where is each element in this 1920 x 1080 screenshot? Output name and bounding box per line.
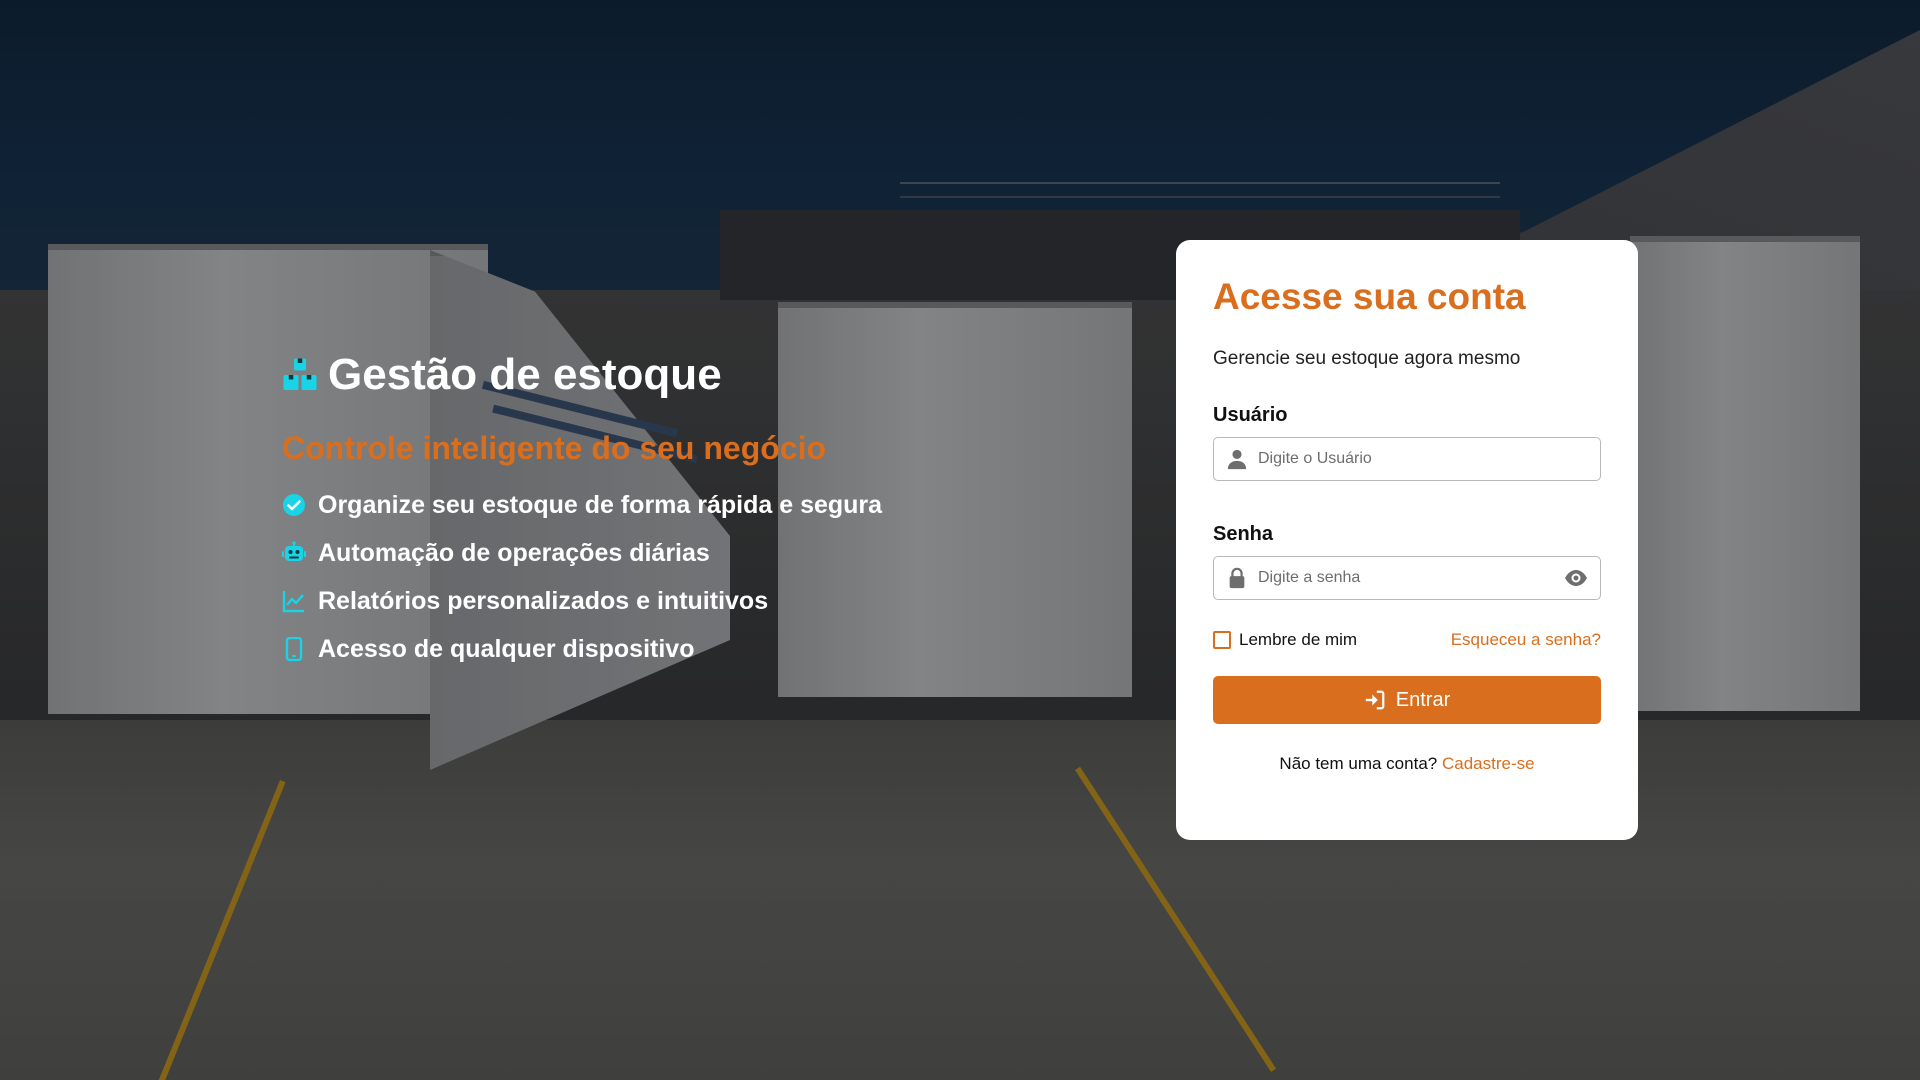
forgot-password-link[interactable]: Esqueceu a senha? — [1451, 630, 1601, 650]
login-page: Gestão de estoque Controle inteligente d… — [0, 0, 1920, 1080]
feature-label: Acesso de qualquer dispositivo — [318, 634, 695, 663]
user-icon — [1227, 449, 1247, 470]
mobile-icon — [285, 637, 303, 661]
signup-prompt-text: Não tem uma conta? — [1279, 754, 1438, 773]
sign-in-icon — [1365, 690, 1385, 710]
feature-label: Relatórios personalizados e intuitivos — [318, 586, 769, 615]
feature-item: Acesso de qualquer dispositivo — [282, 633, 982, 665]
hero-section: Gestão de estoque Controle inteligente d… — [282, 350, 982, 681]
chart-line-icon — [282, 591, 304, 613]
username-input[interactable] — [1248, 438, 1600, 480]
login-title: Acesse sua conta — [1213, 276, 1526, 317]
password-input[interactable] — [1248, 557, 1564, 599]
hero-title-text: Gestão de estoque — [328, 350, 722, 399]
password-label: Senha — [1213, 523, 1274, 545]
login-button[interactable]: Entrar — [1213, 676, 1601, 724]
signup-prompt: Não tem uma conta? Cadastre-se — [1213, 754, 1601, 774]
remember-me-checkbox[interactable]: Lembre de mim — [1213, 630, 1357, 650]
username-field-wrapper — [1213, 437, 1601, 481]
login-options-row: Lembre de mim Esqueceu a senha? — [1213, 630, 1601, 650]
boxes-icon — [283, 358, 317, 390]
feature-item: Organize seu estoque de forma rápida e s… — [282, 489, 982, 521]
feature-label: Automação de operações diárias — [318, 538, 710, 567]
login-card: Acesse sua conta Gerencie seu estoque ag… — [1176, 240, 1638, 840]
lock-icon — [1229, 567, 1245, 589]
check-circle-icon — [283, 494, 305, 516]
login-button-label: Entrar — [1395, 688, 1451, 711]
checkbox-box[interactable] — [1213, 631, 1231, 649]
signup-link[interactable]: Cadastre-se — [1442, 754, 1535, 773]
hero-subtitle: Controle inteligente do seu negócio — [282, 430, 827, 466]
feature-item: Relatórios personalizados e intuitivos — [282, 585, 982, 617]
hero-title: Gestão de estoque — [282, 350, 982, 400]
eye-icon[interactable] — [1564, 566, 1588, 590]
feature-list: Organize seu estoque de forma rápida e s… — [282, 489, 982, 665]
username-label: Usuário — [1213, 404, 1288, 426]
login-subtitle: Gerencie seu estoque agora mesmo — [1213, 348, 1521, 369]
remember-me-label: Lembre de mim — [1239, 630, 1358, 649]
robot-icon — [282, 541, 306, 561]
feature-label: Organize seu estoque de forma rápida e s… — [318, 490, 883, 519]
password-field-wrapper — [1213, 556, 1601, 600]
feature-item: Automação de operações diárias — [282, 537, 982, 569]
